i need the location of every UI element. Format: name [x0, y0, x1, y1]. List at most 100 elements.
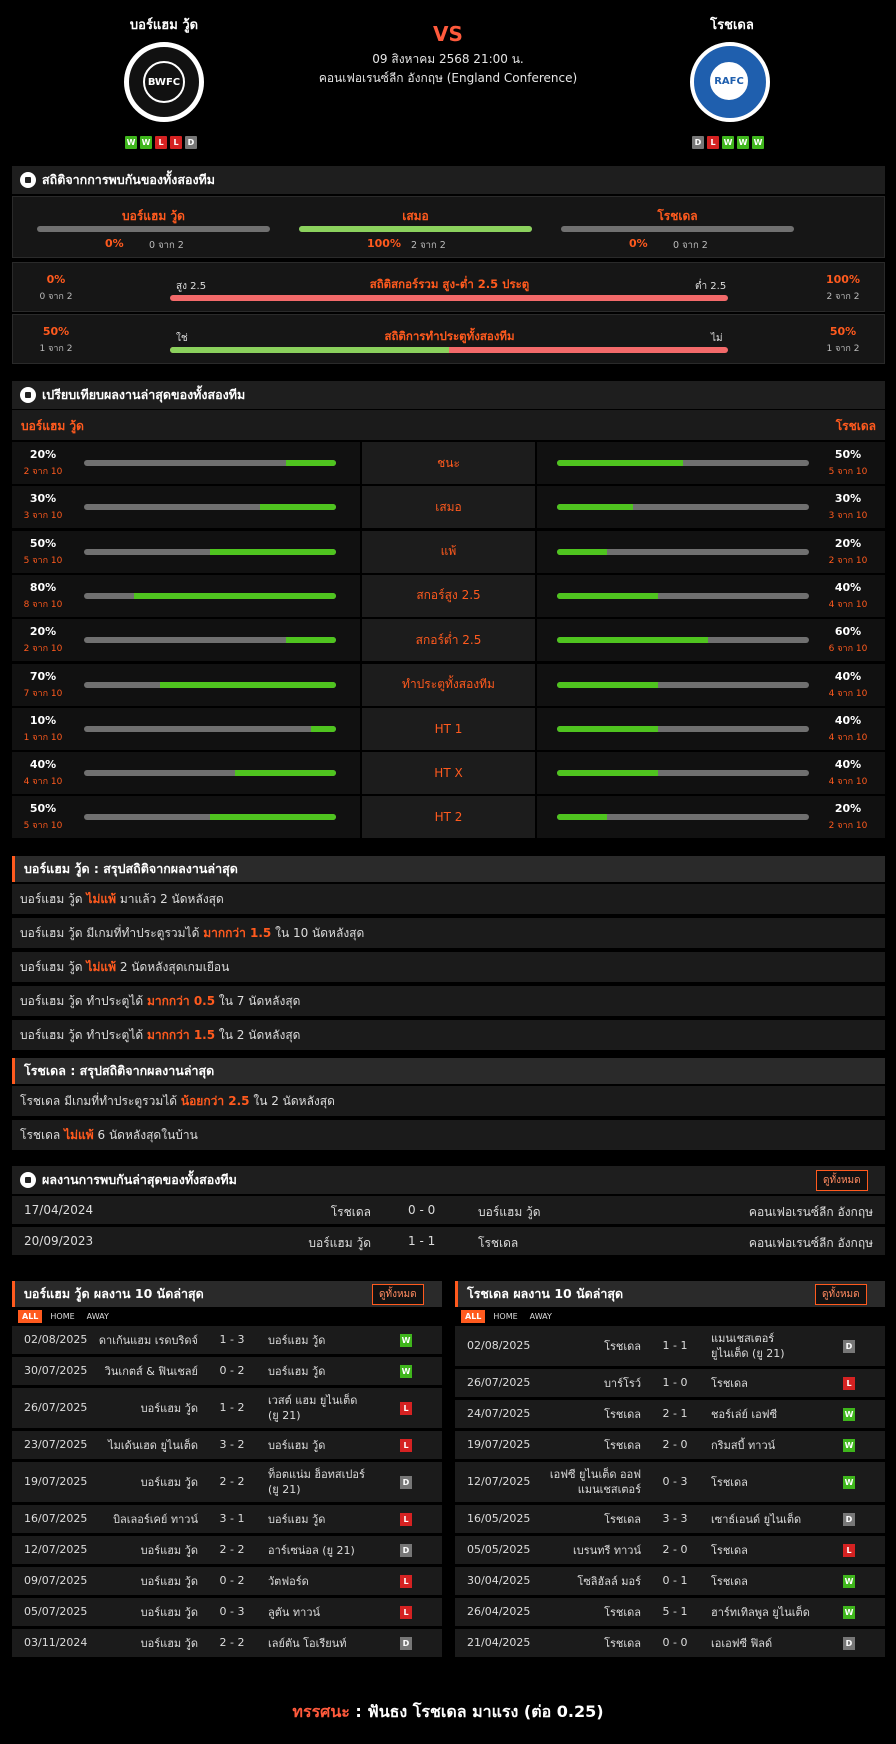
compare-home-pct: 50% — [29, 536, 57, 550]
compare-row: 10% 1 จาก 10 HT 1 40% 4 จาก 10 — [12, 707, 885, 750]
last10-row[interactable]: 23/07/2025 ไมเด้นเฮด ยูไนเต็ด 3 - 2 บอร์แฮม… — [12, 1431, 442, 1459]
last10-away-text: โรชเดล — [711, 1574, 748, 1588]
last10-home: โรชเดล — [541, 1431, 641, 1459]
compare-away-bar — [557, 548, 809, 555]
h2h-view-all-button[interactable]: ดูทั้งหมด — [816, 1170, 868, 1191]
last10-row[interactable]: 16/07/2025 บิลเลอร์เคย์ ทาวน์ 3 - 1 บอร์แฮม… — [12, 1505, 442, 1533]
last10-row[interactable]: 02/08/2025 ดาเก้นแฮม เรดบริดจ์ 1 - 3 บอร์แฮ… — [12, 1326, 442, 1354]
summary-highlight: มากกว่า 1.5 — [147, 1027, 216, 1042]
compare-home-bar-fill — [159, 681, 336, 688]
last10-away-text: เอเอฟซี ฟิลด์ — [711, 1636, 773, 1650]
last10-away: ลูตัน ทาวน์ — [268, 1598, 368, 1626]
tab-home[interactable]: HOME — [46, 1310, 78, 1323]
tab-home[interactable]: HOME — [489, 1310, 521, 1323]
match-header: บอร์แฮม วู้ด โรชเดล BWFC RAFC WWLLD DLWW… — [0, 0, 896, 160]
compare-away-pct: 30% — [834, 492, 862, 506]
result-badge: D — [843, 1513, 855, 1526]
compare-away-pct: 20% — [834, 802, 862, 816]
h2h-competition: คอนเฟอเรนซ์ลีก อังกฤษ — [748, 1236, 873, 1250]
last10-row[interactable]: 30/07/2025 วินเกตส์ & ฟินเชลย์ 0 - 2 บอร์แฮ… — [12, 1357, 442, 1385]
summary-text: บอร์แฮม วู้ด ทำประตูได้ — [20, 993, 147, 1008]
last10-row[interactable]: 12/07/2025 บอร์แฮม วู้ด 2 - 2 อาร์เซน่อล (ย… — [12, 1536, 442, 1564]
h2h-result-row[interactable]: 20/09/2023 บอร์แฮม วู้ด 1 - 1 โรชเดล คอนเฟอเ… — [12, 1227, 885, 1255]
compare-away-bar-fill — [557, 681, 658, 688]
compare-row-label: HT X — [362, 752, 535, 795]
h2h-result-row[interactable]: 17/04/2024 โรชเดล 0 - 0 บอร์แฮม วู้ด คอนเฟอเ… — [12, 1196, 885, 1224]
last10-row[interactable]: 24/07/2025 โรชเดล 2 - 1 ชอร์เล่ย์ เอฟซี W — [455, 1400, 885, 1428]
last10-row[interactable]: 12/07/2025 เอฟซี ยูไนเต็ด ออฟ แมนเชสเตอร์… — [455, 1462, 885, 1502]
result-badge: W — [843, 1408, 855, 1421]
compare-home-cell: 10% 1 จาก 10 — [12, 707, 360, 750]
compare-row: 20% 2 จาก 10 ชนะ 50% 5 จาก 10 — [12, 442, 885, 484]
last10-home-text: วินเกตส์ & ฟินเชลย์ — [104, 1364, 198, 1378]
home-last10-view-all-button[interactable]: ดูทั้งหมด — [372, 1284, 424, 1305]
compare-away-pct: 40% — [834, 713, 862, 727]
last10-home: บอร์แฮม วู้ด — [98, 1388, 198, 1428]
summary-highlight: มากกว่า 0.5 — [147, 993, 216, 1008]
last10-row[interactable]: 05/05/2025 เบรนทรี ทาวน์ 2 - 0 โรชเดล L — [455, 1536, 885, 1564]
last10-row[interactable]: 02/08/2025 โรชเดล 1 - 1 แมนเชสเตอร์ ยูไนเต็… — [455, 1326, 885, 1366]
last10-home: วินเกตส์ & ฟินเชลย์ — [98, 1357, 198, 1385]
compare-home-sub: 3 จาก 10 — [23, 511, 63, 522]
last10-away: แมนเชสเตอร์ ยูไนเต็ด (ยู 21) — [711, 1326, 811, 1366]
last10-score: 2 - 0 — [662, 1543, 688, 1556]
last10-row[interactable]: 26/07/2025 บอร์แฮม วู้ด 1 - 2 เวสต์ แฮม ยูไ… — [12, 1388, 442, 1428]
compare-away-bar-fill — [557, 460, 683, 466]
last10-home-text: บิลเลอร์เคย์ ทาวน์ — [113, 1512, 198, 1526]
tab-away[interactable]: AWAY — [526, 1310, 556, 1323]
away-last10-view-all-button[interactable]: ดูทั้งหมด — [815, 1284, 867, 1305]
match-league: คอนเฟอเรนซ์ลีก อังกฤษ (England Conferenc… — [318, 71, 578, 85]
last10-away-text: บอร์แฮม วู้ด — [268, 1333, 326, 1347]
compare-away-bar — [557, 637, 809, 644]
compare-home-bar — [84, 460, 336, 466]
compare-home-cell: 50% 5 จาก 10 — [12, 530, 360, 573]
compare-home-cell: 50% 5 จาก 10 — [12, 796, 360, 839]
last10-row[interactable]: 26/07/2025 บาร์โรว์ 1 - 0 โรชเดล L — [455, 1369, 885, 1397]
summary-text: ใน 10 นัดหลังสุด — [271, 925, 365, 940]
tab-all[interactable]: ALL — [461, 1310, 486, 1323]
compare-home-bar — [84, 725, 336, 732]
last10-home: โรชเดล — [541, 1598, 641, 1626]
last10-date: 09/07/2025 — [24, 1574, 88, 1587]
last10-score: 1 - 3 — [219, 1333, 245, 1346]
compare-away-bar-fill — [557, 548, 608, 555]
ou-right-pct: 100% — [826, 273, 860, 286]
last10-date: 26/07/2025 — [24, 1401, 88, 1414]
last10-row[interactable]: 19/07/2025 บอร์แฮม วู้ด 2 - 2 ท็อตแน่ม ฮ็อท… — [12, 1462, 442, 1502]
last10-row[interactable]: 09/07/2025 บอร์แฮม วู้ด 0 - 2 วัตฟอร์ด L — [12, 1567, 442, 1595]
last10-row[interactable]: 05/07/2025 บอร์แฮม วู้ด 0 - 3 ลูตัน ทาวน์ L — [12, 1598, 442, 1626]
last10-row[interactable]: 30/04/2025 โซลิฮัลล์ มอร์ 0 - 1 โรชเดล W — [455, 1567, 885, 1595]
last10-row[interactable]: 03/11/2024 บอร์แฮม วู้ด 2 - 2 เลย์ตัน โอเรี… — [12, 1629, 442, 1657]
tab-all[interactable]: ALL — [18, 1310, 43, 1323]
ou-title: สถิติสกอร์รวม สูง-ต่ำ 2.5 ประตู — [369, 277, 530, 291]
ou-right-sub: 2 จาก 2 — [826, 292, 860, 302]
last10-score: 0 - 1 — [662, 1574, 688, 1587]
last10-score: 1 - 0 — [662, 1376, 688, 1389]
compare-home-pct: 50% — [29, 802, 57, 816]
form-badge: L — [170, 136, 182, 149]
compare-away-sub: 5 จาก 10 — [828, 467, 868, 477]
last10-row[interactable]: 19/07/2025 โรชเดล 2 - 0 กริมสบี้ ทาวน์ W — [455, 1431, 885, 1459]
btts-right-sub: 1 จาก 2 — [826, 344, 860, 354]
last10-row[interactable]: 16/05/2025 โรชเดล 3 - 3 เซาธ์เอนด์ ยูไนเต็ด… — [455, 1505, 885, 1533]
last10-row[interactable]: 21/04/2025 โรชเดล 0 - 0 เอเอฟซี ฟิลด์ D — [455, 1629, 885, 1657]
last10-home-text: ไมเด้นเฮด ยูไนเต็ด — [108, 1438, 198, 1452]
result-badge: L — [400, 1402, 412, 1415]
summary-row: บอร์แฮม วู้ด มีเกมที่ทำประตูรวมได้ มากกว… — [12, 918, 885, 948]
compare-away-name: โรชเดล — [835, 419, 876, 433]
last10-row[interactable]: 26/04/2025 โรชเดล 5 - 1 ฮาร์ทเทิลพูล ยูไนเต… — [455, 1598, 885, 1626]
compare-home-bar — [84, 814, 336, 821]
h2h-col-pct: 0% — [629, 237, 648, 250]
last10-away-text: ท็อตแน่ม ฮ็อทสเปอร์ (ยู 21) — [268, 1468, 365, 1496]
summary-row: บอร์แฮม วู้ด ไม่แพ้ 2 นัดหลังสุดเกมเยือน — [12, 952, 885, 982]
form-badge: W — [752, 136, 764, 149]
last10-home-text: บอร์แฮม วู้ด — [140, 1605, 198, 1619]
result-badge: D — [400, 1544, 412, 1557]
last10-away: บอร์แฮม วู้ด — [268, 1326, 368, 1354]
form-badge: W — [722, 136, 734, 149]
h2h-results-title: ผลงานการพบกันล่าสุดของทั้งสองทีม — [12, 1166, 885, 1194]
h2h-results-title-text: ผลงานการพบกันล่าสุดของทั้งสองทีม — [42, 1172, 237, 1187]
summary-text: บอร์แฮม วู้ด — [20, 891, 87, 906]
compare-home-name: บอร์แฮม วู้ด — [21, 419, 84, 433]
tab-away[interactable]: AWAY — [83, 1310, 113, 1323]
